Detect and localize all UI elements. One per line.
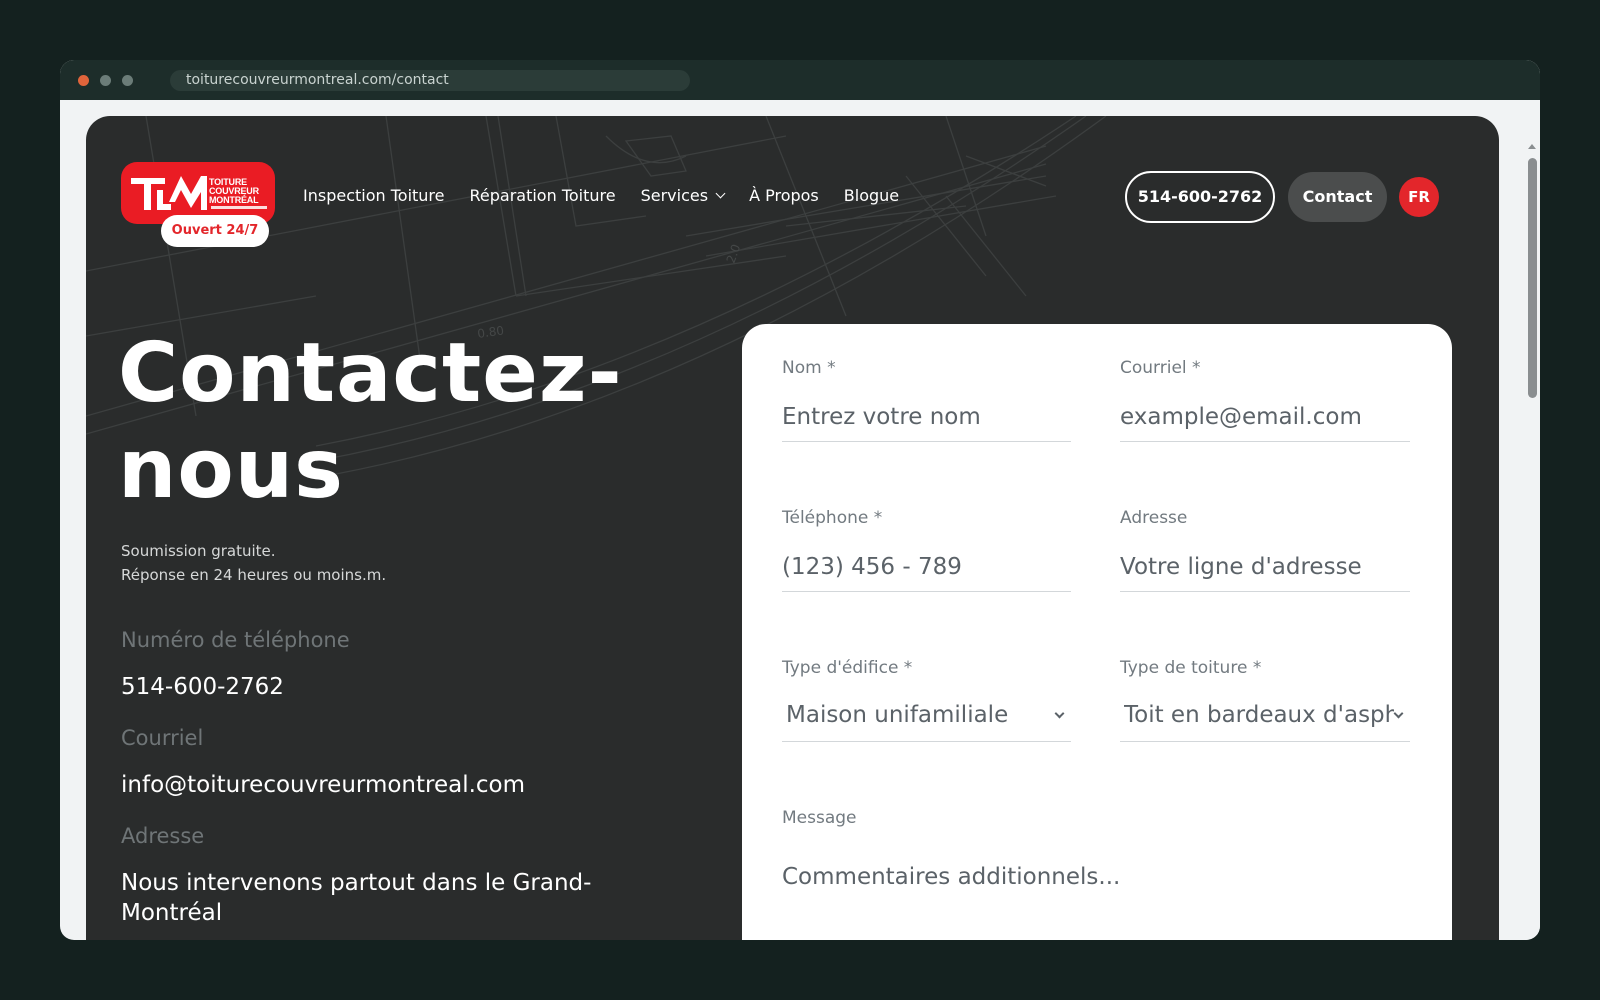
hero-subtitle-line2: Réponse en 24 heures ou moins.m. <box>121 566 387 584</box>
telephone-input[interactable] <box>782 542 1071 592</box>
nav-item-blogue[interactable]: Blogue <box>844 186 899 205</box>
maximize-window-icon[interactable] <box>122 75 133 86</box>
roof-type-label: Type de toiture * <box>1120 658 1262 678</box>
name-input[interactable] <box>782 392 1071 442</box>
contact-button[interactable]: Contact <box>1288 172 1387 222</box>
building-type-label: Type d'édifice * <box>782 658 913 678</box>
name-label: Nom * <box>782 358 836 378</box>
phone-link[interactable]: 514-600-2762 <box>121 674 284 700</box>
open-24-7-badge: Ouvert 24/7 <box>161 215 269 247</box>
message-label: Message <box>782 808 857 828</box>
scrollbar[interactable] <box>1524 100 1540 940</box>
logo-wordmark: TOITURE COUVREUR MONTRÉAL <box>209 177 259 205</box>
page-content: 0.80 2.0 TOITURE COUVREUR MONTRÉAL Ouver… <box>86 116 1499 940</box>
email-label: Courriel <box>121 726 204 750</box>
hero-subtitle-line1: Soumission gratuite. <box>121 542 276 560</box>
telephone-label: Téléphone * <box>782 508 883 528</box>
email-link[interactable]: info@toiturecouvreurmontreal.com <box>121 772 525 798</box>
message-textarea[interactable] <box>782 864 1410 940</box>
scrollbar-thumb[interactable] <box>1528 158 1537 398</box>
nav-item-inspection[interactable]: Inspection Toiture <box>303 186 445 205</box>
building-type-select[interactable]: Maison unifamiliale <box>782 692 1071 742</box>
minimize-window-icon[interactable] <box>100 75 111 86</box>
nav-item-services[interactable]: Services <box>640 186 726 205</box>
scroll-up-icon[interactable] <box>1528 144 1536 149</box>
nav-item-services-label: Services <box>640 186 709 205</box>
page-title-line1: Contactez- <box>118 326 623 421</box>
building-type-value: Maison unifamiliale <box>786 702 1009 728</box>
chevron-down-icon <box>1054 708 1065 719</box>
address-label: Adresse <box>121 824 205 848</box>
chevron-down-icon <box>715 188 726 199</box>
address-bar[interactable]: toiturecouvreurmontreal.com/contact <box>170 70 690 91</box>
email-input[interactable] <box>1120 392 1410 442</box>
svg-text:2.0: 2.0 <box>724 242 744 265</box>
phone-label: Numéro de téléphone <box>121 628 350 652</box>
address-field-label: Adresse <box>1120 508 1188 528</box>
roof-type-select[interactable]: Toit en bardeaux d'asphalte <box>1120 692 1410 742</box>
logo-underline <box>211 206 267 209</box>
email-field-label: Courriel * <box>1120 358 1201 378</box>
contact-form: Nom * Courriel * Téléphone * Adresse Typ… <box>742 324 1452 940</box>
roof-type-value: Toit en bardeaux d'asphalte <box>1124 702 1394 728</box>
nav-item-a-propos[interactable]: À Propos <box>749 186 819 205</box>
nav-item-reparation[interactable]: Réparation Toiture <box>470 186 616 205</box>
close-window-icon[interactable] <box>78 75 89 86</box>
language-button[interactable]: FR <box>1399 177 1439 217</box>
chevron-down-icon <box>1393 708 1404 719</box>
page-title: Contactez- nous <box>118 326 718 518</box>
main-nav: Inspection Toiture Réparation Toiture Se… <box>303 186 924 205</box>
browser-titlebar: toiturecouvreurmontreal.com/contact <box>60 60 1540 100</box>
hero-subtitle: Soumission gratuite. Réponse en 24 heure… <box>121 539 386 587</box>
logo-monogram-icon <box>131 176 207 210</box>
address-value: Nous intervenons partout dans le Grand-M… <box>121 870 592 926</box>
page-title-line2: nous <box>118 422 344 517</box>
browser-window: toiturecouvreurmontreal.com/contact 0.80… <box>60 60 1540 940</box>
address-input[interactable] <box>1120 542 1410 592</box>
phone-button[interactable]: 514-600-2762 <box>1125 171 1275 223</box>
